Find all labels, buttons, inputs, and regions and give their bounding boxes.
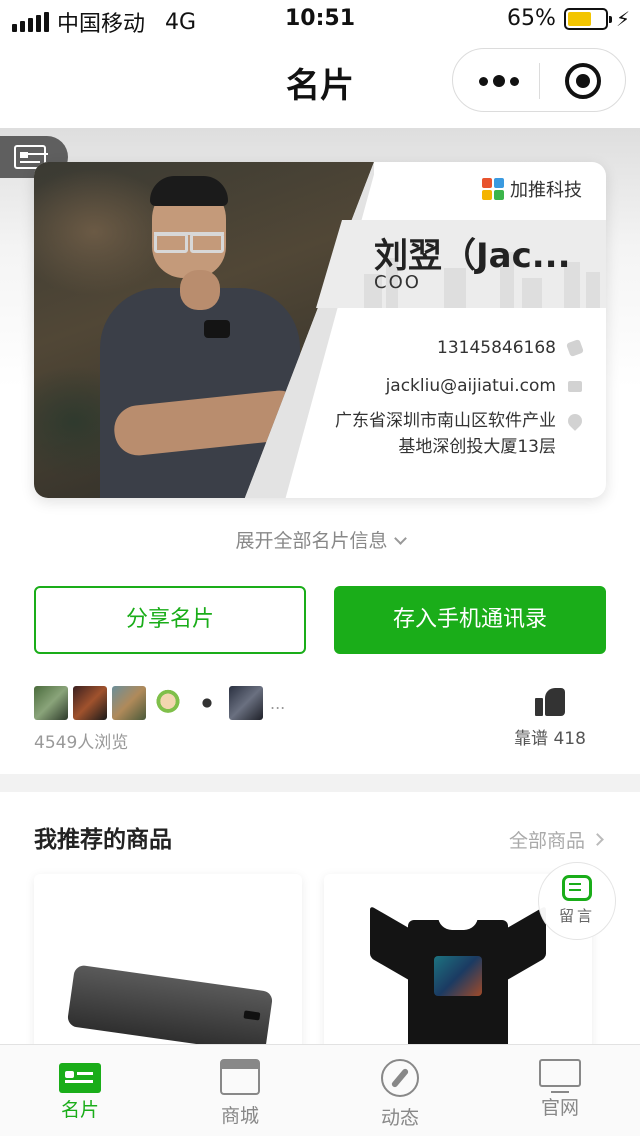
capsule-divider — [539, 63, 540, 99]
compass-icon — [381, 1059, 419, 1097]
phone-icon — [566, 339, 584, 357]
status-bar: 中国移动 4G 10:51 65% ⚡ — [0, 0, 640, 40]
like-count: 靠谱 418 — [514, 729, 586, 749]
card-section: 加推科技 刘翌（Jac... COO 13145846168 jackliu@a… — [0, 128, 640, 774]
tshirt-image — [368, 905, 548, 1054]
more-visitors: ... — [270, 693, 286, 713]
tab-label: 商城 — [220, 1105, 259, 1127]
tab-bar: 名片 商城 动态 官网 — [0, 1044, 640, 1136]
company-logo-icon — [482, 178, 504, 200]
all-products-link[interactable]: 全部商品 — [508, 826, 604, 853]
avatar — [151, 686, 185, 720]
business-card[interactable]: 加推科技 刘翌（Jac... COO 13145846168 jackliu@a… — [34, 162, 606, 498]
like-button[interactable]: 靠谱 418 — [510, 686, 590, 749]
recommended-title: 我推荐的商品 — [34, 827, 172, 853]
tab-card[interactable]: 名片 — [0, 1045, 160, 1136]
expand-label: 展开全部名片信息 — [235, 530, 388, 552]
more-icon[interactable] — [475, 49, 523, 113]
thumbs-up-icon — [535, 686, 565, 716]
tab-label: 动态 — [380, 1107, 419, 1129]
avatar — [73, 686, 107, 720]
phone-row[interactable]: 13145846168 — [437, 338, 584, 358]
view-count: 4549人浏览 — [34, 733, 129, 753]
power-bank-image — [66, 964, 274, 1054]
product-card[interactable] — [34, 874, 302, 1054]
card-icon — [59, 1063, 101, 1093]
company: 加推科技 — [482, 176, 582, 202]
close-mini-program-icon[interactable] — [565, 63, 601, 99]
status-bar-right: 65% ⚡ — [507, 6, 630, 31]
contact-title: COO — [374, 272, 421, 293]
shop-icon — [220, 1059, 260, 1095]
location-icon — [565, 411, 585, 431]
tab-moments[interactable]: 动态 — [320, 1045, 480, 1136]
tab-label: 名片 — [60, 1099, 99, 1121]
email-row[interactable]: jackliu@aijiatui.com — [386, 376, 582, 396]
share-card-button[interactable]: 分享名片 — [34, 586, 306, 654]
avatar — [190, 686, 224, 720]
avatar — [229, 686, 263, 720]
leave-message-button[interactable]: 留言 — [538, 862, 616, 940]
leave-message-label: 留言 — [558, 907, 595, 925]
charging-icon: ⚡ — [615, 6, 630, 31]
phone-number: 13145846168 — [437, 338, 556, 358]
save-contact-button[interactable]: 存入手机通讯录 — [334, 586, 606, 654]
address-text: 广东省深圳市南山区软件产业基地深创投大厦13层 — [335, 411, 556, 457]
chevron-down-icon — [393, 532, 407, 545]
tab-website[interactable]: 官网 — [480, 1045, 640, 1136]
email-address: jackliu@aijiatui.com — [385, 376, 556, 396]
nav-bar: 名片 — [0, 40, 640, 128]
message-edit-icon — [562, 875, 592, 901]
visitor-avatars[interactable]: ... — [34, 686, 285, 720]
contact-name: 刘翌（Jac... — [374, 236, 571, 276]
address-row[interactable]: 广东省深圳市南山区软件产业基地深创投大厦13层 — [326, 408, 585, 460]
card-info: 加推科技 刘翌（Jac... COO 13145846168 jackliu@a… — [34, 162, 606, 498]
avatar — [112, 686, 146, 720]
mini-program-capsule — [452, 48, 626, 112]
company-name: 加推科技 — [510, 180, 582, 201]
mail-icon — [568, 380, 582, 392]
expand-card-info[interactable]: 展开全部名片信息 — [0, 526, 640, 553]
battery-icon — [563, 7, 612, 30]
avatar — [34, 686, 68, 720]
desktop-icon — [539, 1059, 581, 1093]
battery-percent: 65% — [507, 6, 556, 31]
all-products-label: 全部商品 — [508, 830, 585, 852]
section-divider — [0, 774, 640, 792]
chevron-right-icon — [591, 833, 604, 846]
tab-label: 官网 — [540, 1097, 579, 1119]
tab-shop[interactable]: 商城 — [160, 1045, 320, 1136]
